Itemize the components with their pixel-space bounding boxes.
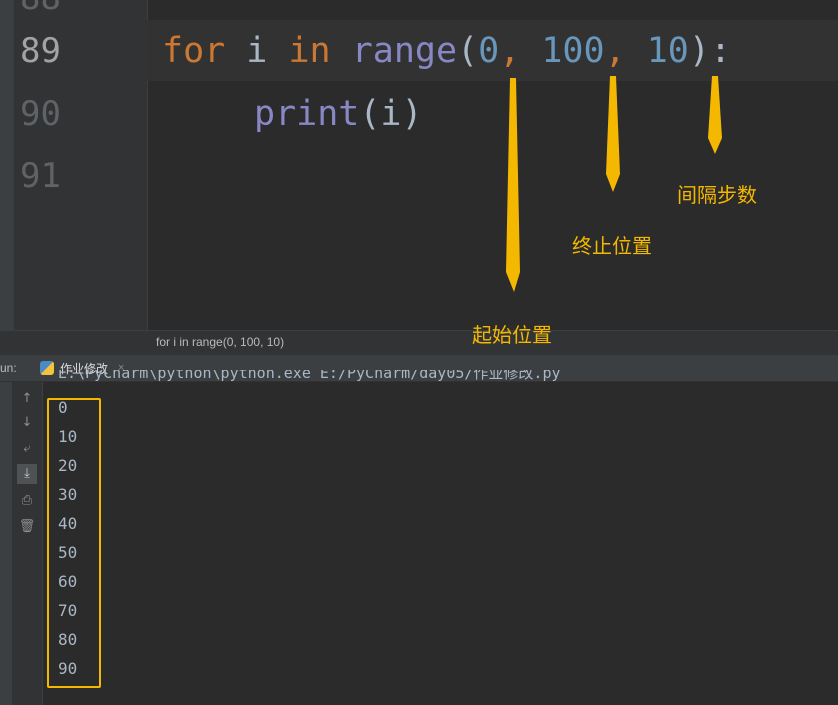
arrow-start (506, 78, 520, 292)
arrow-step (708, 76, 722, 154)
annotation-arrows (506, 76, 722, 292)
annotation-step: 间隔步数 (677, 183, 757, 207)
arrow-stop (606, 76, 620, 192)
annotation-start: 起始位置 (472, 323, 552, 347)
annotation-stop: 终止位置 (572, 234, 652, 258)
